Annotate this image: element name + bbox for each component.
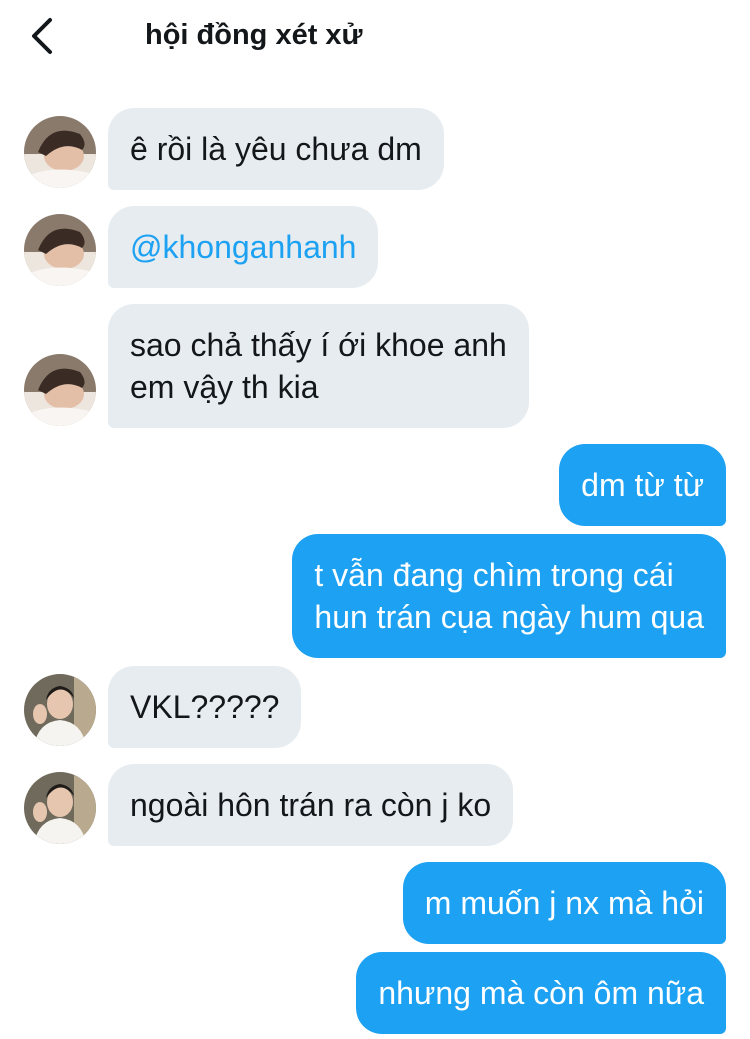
message-text-line: em vậy th kia bbox=[130, 369, 319, 405]
message-text-line: hun trán cụa ngày hum qua bbox=[314, 599, 704, 635]
message-text: ê rồi là yêu chưa dm bbox=[130, 131, 422, 167]
message-text-line: t vẫn đang chìm trong cái bbox=[314, 557, 674, 593]
avatar[interactable] bbox=[24, 772, 96, 844]
message-bubble-incoming[interactable]: sao chả thấy í ới khoe anh em vậy th kia bbox=[108, 304, 529, 428]
message-bubble-incoming[interactable]: VKL????? bbox=[108, 666, 302, 748]
avatar-a-photo bbox=[24, 354, 96, 426]
avatar[interactable] bbox=[24, 354, 96, 426]
message-bubble-incoming[interactable]: @khonganhanh bbox=[108, 206, 379, 288]
avatar[interactable] bbox=[24, 116, 96, 188]
message-text: dm từ từ bbox=[581, 467, 704, 503]
avatar-a-photo bbox=[24, 116, 96, 188]
message-text-line: sao chả thấy í ới khoe anh bbox=[130, 327, 507, 363]
message-text: m muốn j nx mà hỏi bbox=[424, 885, 704, 921]
message-text: nhưng mà còn ôm nữa bbox=[378, 975, 704, 1011]
message-bubble-incoming[interactable]: ngoài hôn trán ra còn j ko bbox=[108, 764, 514, 846]
mention-link[interactable]: @khonganhanh bbox=[130, 226, 356, 268]
avatar-b-photo bbox=[24, 772, 96, 844]
message-text: ngoài hôn trán ra còn j ko bbox=[130, 787, 492, 823]
message-bubble-outgoing[interactable]: dm từ từ bbox=[559, 444, 726, 526]
avatar-a-photo bbox=[24, 214, 96, 286]
message-text: VKL????? bbox=[130, 689, 280, 725]
avatar[interactable] bbox=[24, 674, 96, 746]
message-bubble-outgoing[interactable]: m muốn j nx mà hỏi bbox=[402, 862, 726, 944]
message-thread: ê rồi là yêu chưa dm @khonganhanh sao ch… bbox=[0, 0, 750, 1039]
avatar[interactable] bbox=[24, 214, 96, 286]
message-bubble-outgoing[interactable]: nhưng mà còn ôm nữa bbox=[356, 952, 726, 1034]
message-bubble-outgoing[interactable]: t vẫn đang chìm trong cái hun trán cụa n… bbox=[292, 534, 726, 658]
message-bubble-incoming[interactable]: ê rồi là yêu chưa dm bbox=[108, 108, 444, 190]
avatar-b-photo bbox=[24, 674, 96, 746]
